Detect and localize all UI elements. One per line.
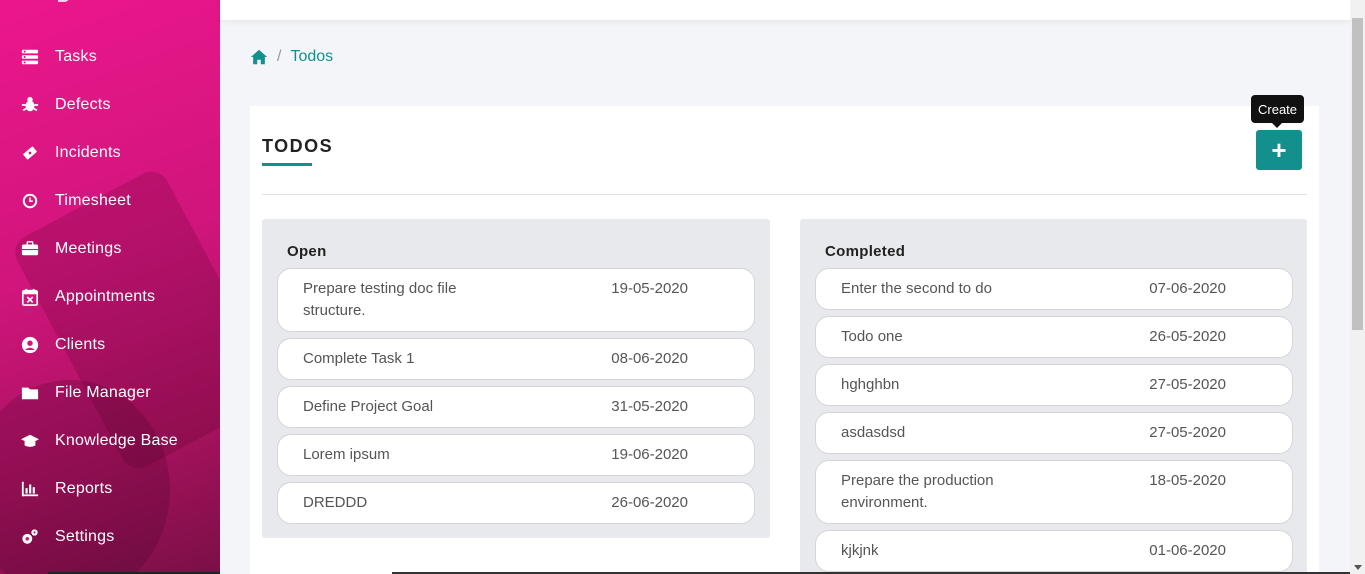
completed-column-title: Completed [825, 243, 906, 260]
sidebar-item-label: Tasks [55, 48, 97, 65]
sidebar-item-label: Settings [55, 528, 115, 545]
todo-item[interactable]: Define Project Goal 31-05-2020 [277, 386, 755, 428]
todo-date: 19-05-2020 [611, 280, 688, 297]
todo-item[interactable]: Prepare testing doc file structure. 19-0… [277, 268, 755, 332]
breadcrumb-separator: / [277, 48, 282, 65]
cogs-icon [20, 527, 40, 547]
todo-text: hghghbn [841, 376, 900, 393]
breadcrumb-current[interactable]: Todos [290, 48, 333, 66]
todo-text: Define Project Goal [303, 398, 434, 415]
todo-date: 07-06-2020 [1149, 280, 1226, 297]
todo-date: 27-05-2020 [1149, 424, 1226, 441]
bug-icon [20, 95, 40, 115]
sidebar-item-file-manager[interactable]: File Manager [0, 369, 220, 417]
sidebar-item-appointments[interactable]: Appointments [0, 273, 220, 321]
sidebar: Tasks Defects Incidents Timesheet Meetin… [0, 0, 220, 574]
todo-date: 27-05-2020 [1149, 376, 1226, 393]
todo-item[interactable]: kjkjnk 01-06-2020 [815, 530, 1293, 572]
sidebar-item-knowledge-base[interactable]: Knowledge Base [0, 417, 220, 465]
sidebar-item-reports[interactable]: Reports [0, 465, 220, 513]
breadcrumb: / Todos [250, 48, 333, 66]
sidebar-item-label: Timesheet [55, 192, 131, 209]
open-list: Prepare testing doc file structure. 19-0… [277, 268, 755, 530]
user-circle-icon [20, 335, 40, 355]
sidebar-item-settings[interactable]: Settings [0, 513, 220, 561]
scrollbar-thumb[interactable] [1352, 18, 1363, 330]
todo-text: asdasdsd [841, 424, 906, 441]
open-column: Open Prepare testing doc file structure.… [262, 219, 770, 538]
todo-item[interactable]: Enter the second to do 07-06-2020 [815, 268, 1293, 310]
todo-item[interactable]: Complete Task 1 08-06-2020 [277, 338, 755, 380]
sidebar-item-label: Reports [55, 480, 113, 497]
scroll-down-arrow-icon[interactable] [1354, 565, 1362, 570]
create-button[interactable]: + [1256, 130, 1302, 170]
todo-text: Complete Task 1 [303, 350, 415, 367]
todo-text: Todo one [841, 328, 903, 345]
clock-icon [20, 191, 40, 211]
page-title: TODOS [262, 136, 334, 156]
page-scrollbar[interactable] [1350, 0, 1365, 574]
create-tooltip: Create [1251, 95, 1305, 128]
todo-item[interactable]: asdasdsd 27-05-2020 [815, 412, 1293, 454]
sidebar-nav: Tasks Defects Incidents Timesheet Meetin… [0, 33, 220, 561]
todo-text: Enter the second to do [841, 280, 992, 297]
todo-text: Prepare the production environment. [841, 472, 994, 511]
todo-date: 26-05-2020 [1149, 328, 1226, 345]
sidebar-item-defects[interactable]: Defects [0, 81, 220, 129]
todo-item[interactable]: Prepare the production environment. 18-0… [815, 460, 1293, 524]
bar-chart-icon [20, 479, 40, 499]
completed-column: Completed Enter the second to do 07-06-2… [800, 219, 1307, 574]
home-icon[interactable] [250, 48, 268, 66]
todo-date: 26-06-2020 [611, 494, 688, 511]
folder-icon [20, 383, 40, 403]
todos-card: TODOS Create + Open Prepare testing doc … [250, 95, 1319, 574]
sidebar-item-label: Knowledge Base [55, 432, 178, 449]
todo-date: 31-05-2020 [611, 398, 688, 415]
open-column-title: Open [287, 243, 327, 260]
sidebar-item-tasks[interactable]: Tasks [0, 33, 220, 81]
sidebar-item-label: Defects [55, 96, 111, 113]
sidebar-item-label: Incidents [55, 144, 121, 161]
todo-item[interactable]: Todo one 26-05-2020 [815, 316, 1293, 358]
todo-text: kjkjnk [841, 542, 879, 559]
tasks-icon [20, 47, 40, 67]
sidebar-item-label: Appointments [55, 288, 156, 305]
sidebar-item-incidents[interactable]: Incidents [0, 129, 220, 177]
collapse-icon[interactable] [58, 0, 70, 2]
todo-item[interactable]: DREDDD 26-06-2020 [277, 482, 755, 524]
todo-text: DREDDD [303, 494, 368, 511]
graduation-cap-icon [20, 431, 40, 451]
sidebar-item-label: Clients [55, 336, 106, 353]
calendar-x-icon [20, 287, 40, 307]
todo-date: 19-06-2020 [611, 446, 688, 463]
todo-date: 18-05-2020 [1149, 472, 1226, 489]
sidebar-item-timesheet[interactable]: Timesheet [0, 177, 220, 225]
sidebar-item-clients[interactable]: Clients [0, 321, 220, 369]
todo-item[interactable]: hghghbn 27-05-2020 [815, 364, 1293, 406]
title-underline [262, 163, 312, 166]
ticket-icon [20, 143, 40, 163]
todo-text: Prepare testing doc file structure. [303, 280, 457, 319]
top-bar [220, 0, 1350, 20]
todo-date: 01-06-2020 [1149, 542, 1226, 559]
sidebar-item-label: File Manager [55, 384, 151, 401]
completed-list: Enter the second to do 07-06-2020 Todo o… [815, 268, 1293, 574]
briefcase-icon [20, 239, 40, 259]
todo-text: Lorem ipsum [303, 446, 390, 463]
sidebar-item-meetings[interactable]: Meetings [0, 225, 220, 273]
todo-date: 08-06-2020 [611, 350, 688, 367]
todo-item[interactable]: Lorem ipsum 19-06-2020 [277, 434, 755, 476]
sidebar-item-label: Meetings [55, 240, 122, 257]
plus-icon: + [1271, 135, 1287, 165]
divider [262, 194, 1307, 195]
